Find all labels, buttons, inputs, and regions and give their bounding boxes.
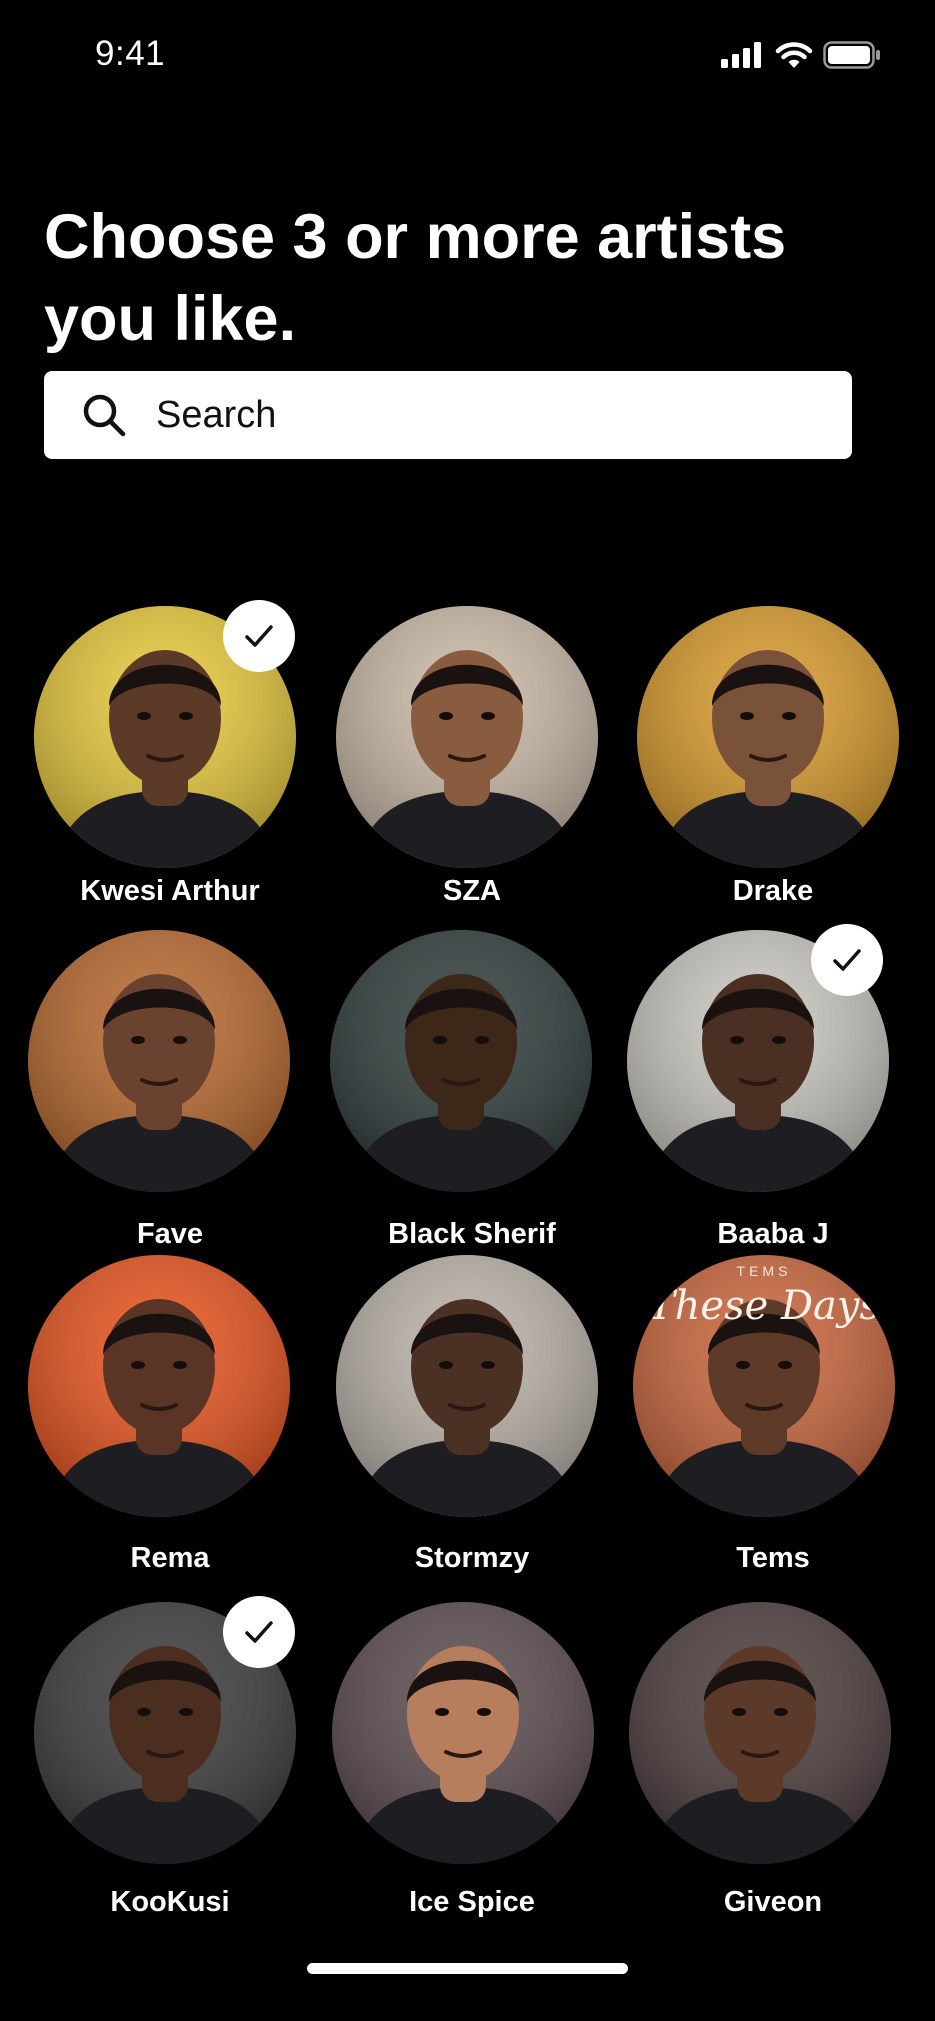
artist-avatar[interactable] — [336, 606, 598, 868]
artist-avatar[interactable]: TEMS These Days — [633, 1255, 895, 1517]
cellular-signal-icon — [721, 42, 761, 68]
status-icons — [721, 38, 881, 72]
artist-card-ice-spice[interactable]: Ice Spice — [322, 1602, 622, 1932]
artist-portrait — [629, 1602, 891, 1864]
home-indicator[interactable] — [307, 1963, 628, 1974]
wifi-icon — [775, 42, 813, 68]
checkmark-icon — [245, 1621, 273, 1643]
artist-card-tems[interactable]: TEMS These Days Tems — [623, 1255, 923, 1585]
search-bar[interactable] — [44, 371, 852, 459]
artist-name: KooKusi — [110, 1886, 230, 1918]
album-cover-label: TEMS — [736, 1263, 792, 1279]
artist-card-sza[interactable]: SZA — [322, 606, 622, 936]
artist-card-stormzy[interactable]: Stormzy — [322, 1255, 622, 1585]
artist-card-kwesi-arthur[interactable]: Kwesi Arthur — [20, 600, 320, 936]
artist-name: Drake — [732, 875, 814, 907]
artist-portrait — [330, 930, 592, 1192]
artist-name: Tems — [736, 1542, 810, 1574]
artist-avatar[interactable] — [28, 1255, 290, 1517]
battery-icon — [823, 41, 880, 69]
artist-name: Giveon — [723, 1886, 823, 1918]
status-time: 9:41 — [95, 34, 166, 73]
selected-check-badge — [223, 1596, 295, 1668]
artist-name: Black Sherif — [388, 1218, 556, 1250]
artist-card-black-sherif[interactable]: Black Sherif — [322, 930, 622, 1260]
artist-portrait — [637, 606, 899, 868]
artist-card-kookusi[interactable]: KooKusi — [20, 1596, 320, 1932]
artist-name: Rema — [130, 1542, 210, 1574]
page-title: Choose 3 or more artists you like. — [44, 202, 787, 354]
artist-portrait — [28, 930, 290, 1192]
selected-check-badge — [811, 924, 883, 996]
checkmark-icon — [245, 625, 273, 647]
artist-portrait — [332, 1602, 594, 1864]
status-bar: 9:41 — [0, 0, 935, 110]
artist-portrait — [336, 606, 598, 868]
artist-avatar[interactable] — [28, 930, 290, 1192]
artist-card-giveon[interactable]: Giveon — [623, 1602, 923, 1932]
checkmark-icon — [833, 949, 861, 971]
artist-name: Fave — [136, 1218, 204, 1250]
artist-portrait — [336, 1255, 598, 1517]
artist-avatar[interactable] — [637, 606, 899, 868]
artist-name: Stormzy — [414, 1542, 530, 1574]
artist-card-fave[interactable]: Fave — [20, 930, 320, 1260]
artist-name: SZA — [443, 875, 501, 907]
artist-name: Kwesi Arthur — [80, 875, 260, 907]
search-input[interactable] — [154, 384, 838, 446]
artist-portrait — [28, 1255, 290, 1517]
artist-name: Baaba J — [717, 1218, 829, 1250]
artist-avatar[interactable] — [330, 930, 592, 1192]
artist-card-rema[interactable]: Rema — [20, 1255, 320, 1585]
artist-avatar[interactable] — [332, 1602, 594, 1864]
artist-card-baaba-j[interactable]: Baaba J — [623, 924, 923, 1260]
selected-check-badge — [223, 600, 295, 672]
search-icon — [83, 394, 126, 437]
artist-card-drake[interactable]: Drake — [623, 606, 923, 936]
artist-avatar[interactable] — [629, 1602, 891, 1864]
album-cover-title: These Days — [647, 1283, 881, 1329]
artist-avatar[interactable] — [336, 1255, 598, 1517]
artist-name: Ice Spice — [409, 1886, 535, 1918]
